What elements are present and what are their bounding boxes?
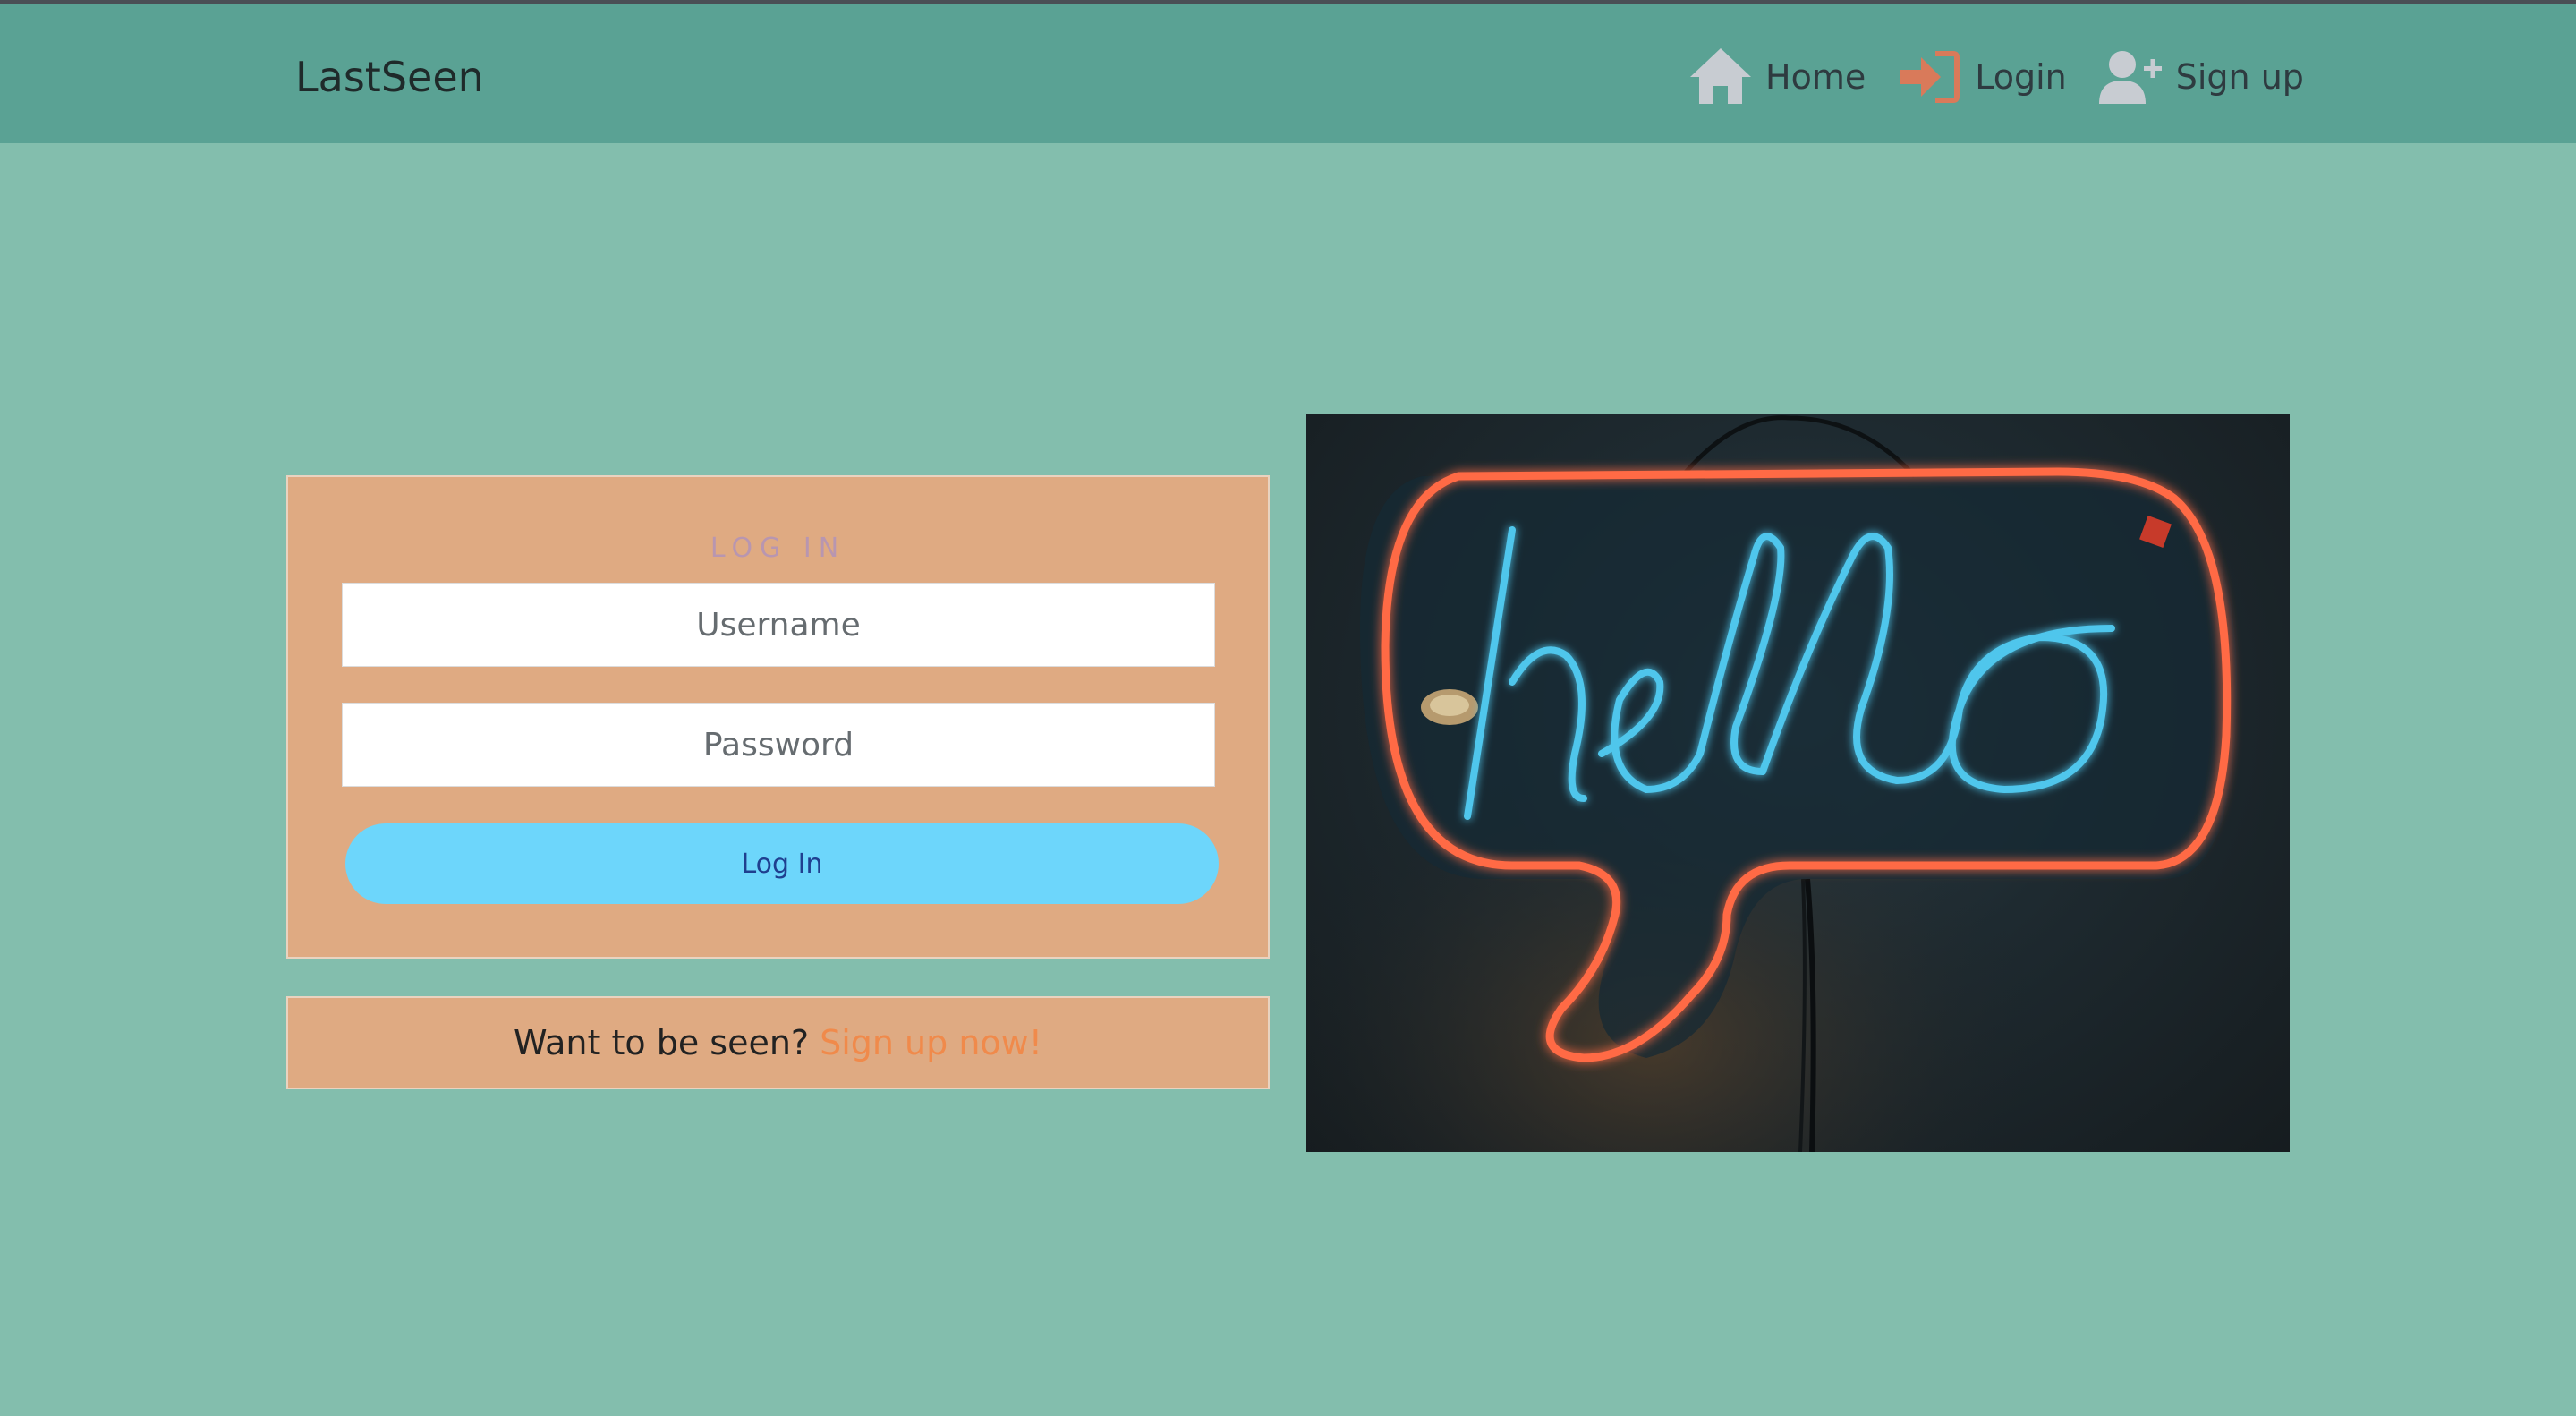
signup-prompt: Want to be seen? Sign up now!	[286, 996, 1270, 1089]
login-title: LOG IN	[710, 533, 846, 564]
password-input[interactable]	[342, 703, 1215, 787]
nav-item-home[interactable]: Home	[1687, 45, 1866, 109]
neon-hello-image	[1306, 414, 2290, 1152]
username-input[interactable]	[342, 583, 1215, 667]
navbar: LastSeen Home Login Sign up	[0, 4, 2576, 143]
user-plus-icon	[2098, 51, 2162, 104]
login-form: LOG IN Log In	[286, 475, 1270, 959]
brand-logo[interactable]: LastSeen	[295, 50, 484, 104]
sign-in-icon	[1900, 51, 1960, 103]
home-icon	[1690, 48, 1751, 104]
neon-sign-illustration	[1306, 414, 2290, 1152]
nav-item-login[interactable]: Login	[1896, 45, 2067, 109]
signup-link[interactable]: Sign up now!	[820, 1023, 1042, 1062]
nav-links: Home Login Sign up	[1687, 41, 2304, 113]
nav-item-label: Sign up	[2175, 57, 2304, 97]
nav-item-label: Home	[1765, 57, 1866, 97]
nav-item-signup[interactable]: Sign up	[2097, 45, 2304, 109]
login-button[interactable]: Log In	[345, 823, 1219, 904]
nav-item-label: Login	[1975, 57, 2067, 97]
signup-prompt-text: Want to be seen?	[513, 1023, 810, 1062]
